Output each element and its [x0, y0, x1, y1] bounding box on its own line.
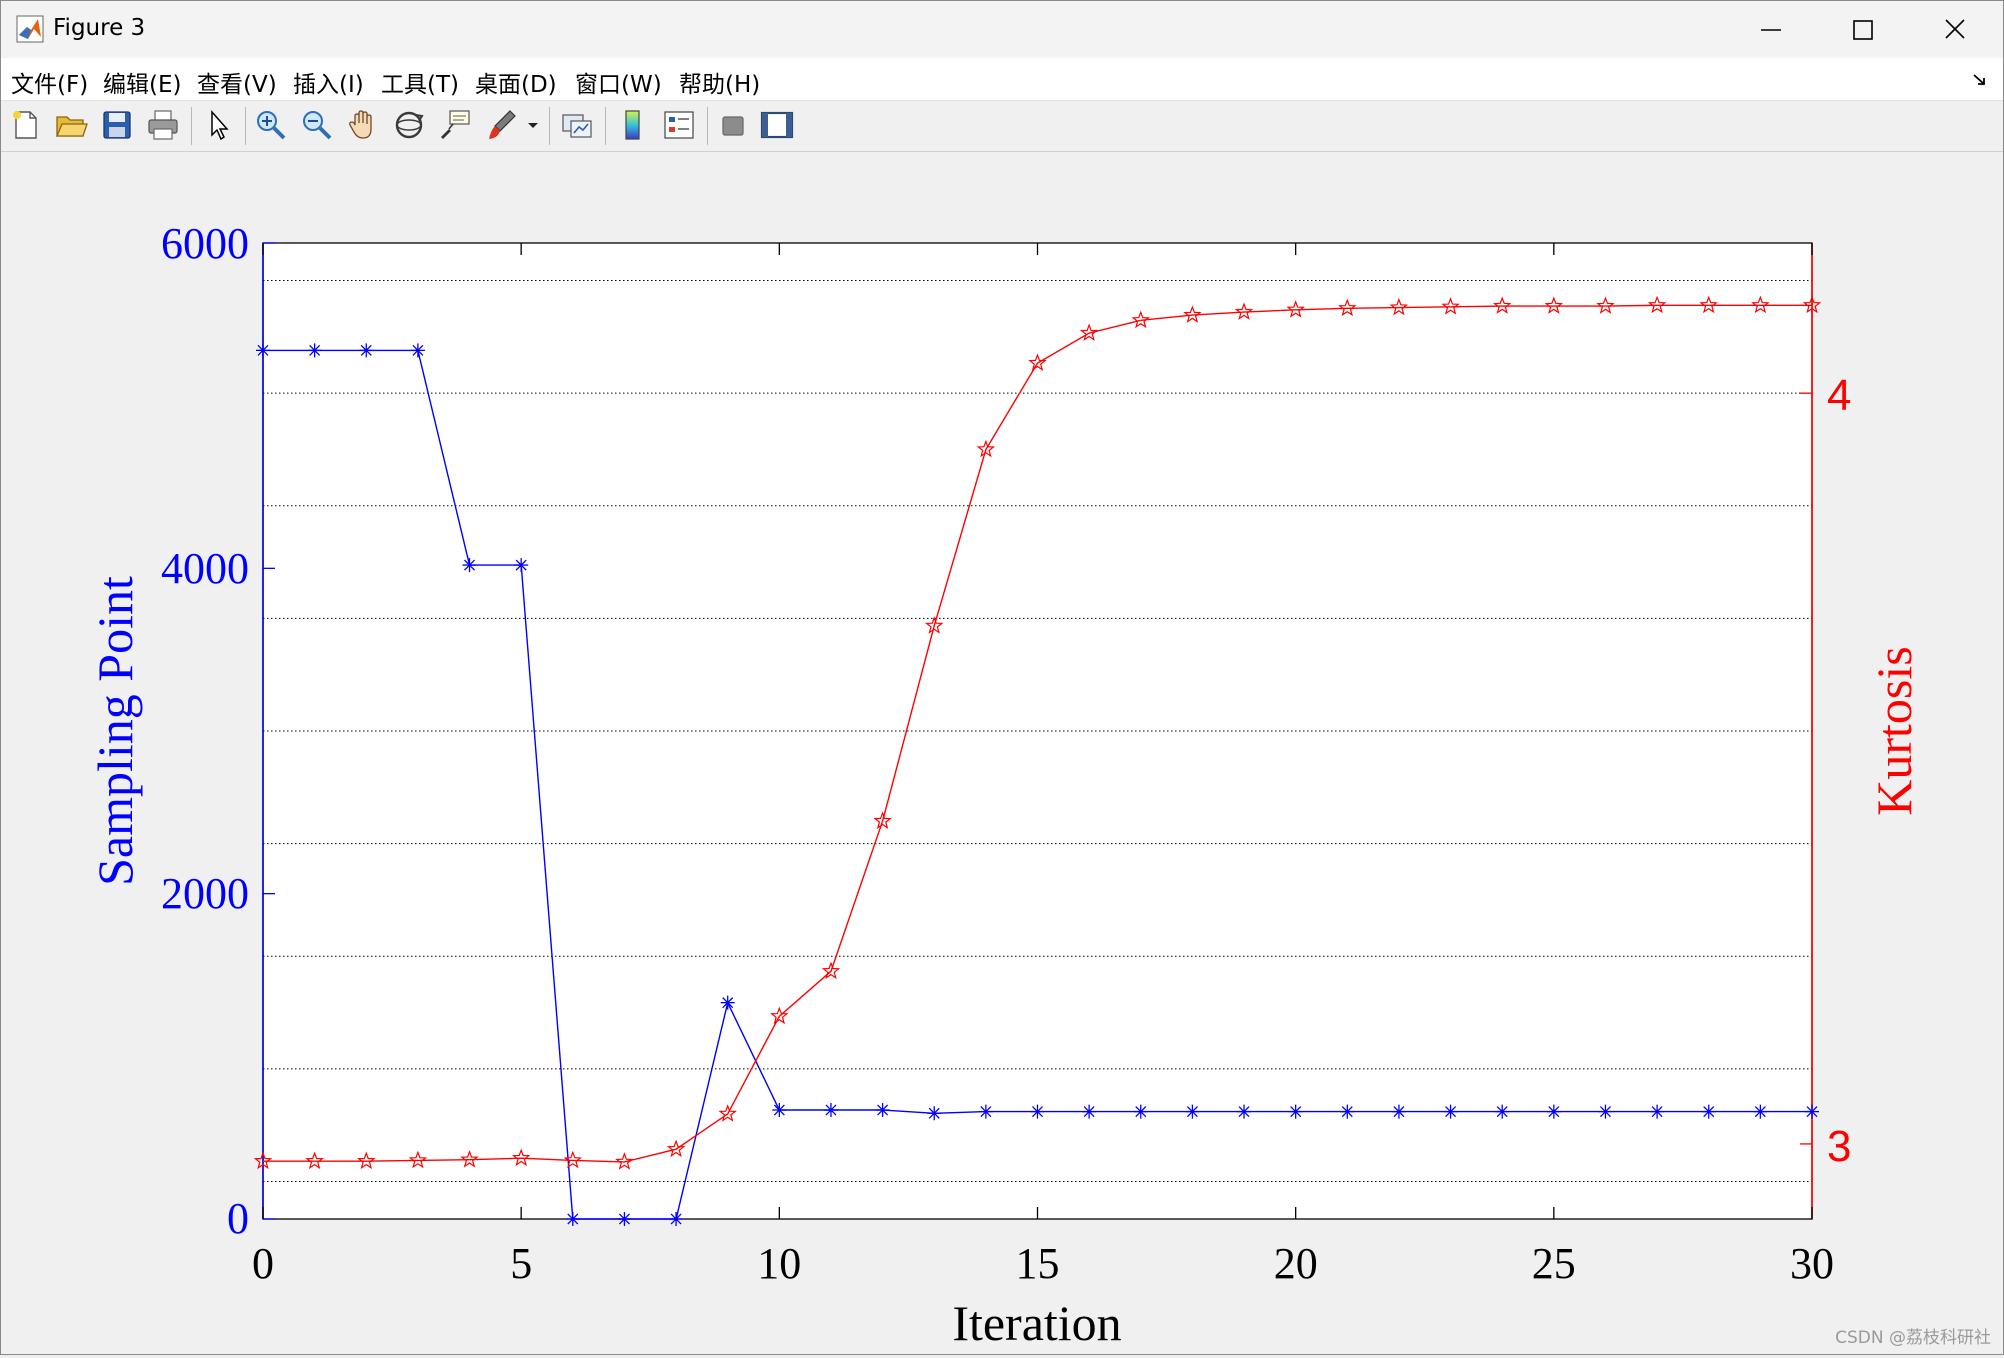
sampling-point-marker — [359, 343, 374, 358]
menu-window[interactable]: 窗口(W) — [575, 65, 662, 99]
sampling-point-marker — [1805, 1104, 1819, 1119]
window-title: Figure 3 — [53, 15, 146, 41]
pan-hand-icon[interactable] — [345, 107, 381, 143]
toolbar-separator — [191, 107, 192, 145]
sampling-point-marker — [1391, 1104, 1406, 1119]
dock-arrow-icon[interactable] — [1971, 72, 1989, 88]
brush-dropdown-icon[interactable] — [525, 107, 541, 143]
sampling-point-marker — [823, 1103, 838, 1118]
menu-edit[interactable]: 编辑(E) — [103, 65, 181, 99]
toolbar-separator — [605, 107, 606, 145]
sampling-point-marker — [669, 1212, 684, 1226]
sampling-point-marker — [1030, 1104, 1045, 1119]
x-tick-label-30: 30 — [1790, 1239, 1834, 1288]
data-cursor-icon[interactable] — [437, 107, 473, 143]
sampling-point-marker — [256, 343, 270, 358]
toolbar-separator — [707, 107, 708, 145]
sampling-point-marker — [927, 1106, 942, 1121]
pointer-icon[interactable] — [201, 107, 237, 143]
sampling-point-marker — [1650, 1104, 1665, 1119]
sampling-point-marker — [1546, 1104, 1561, 1119]
sampling-point-marker — [617, 1212, 632, 1226]
hide-plot-tools-icon[interactable] — [715, 107, 751, 143]
figure-canvas[interactable]: 0 5 10 15 20 25 30 0 2000 4000 6000 3 4 … — [1, 152, 2003, 1354]
new-figure-icon[interactable] — [7, 107, 43, 143]
x-axis-label: Iteration — [952, 1295, 1121, 1351]
y-right-axis-label: Kurtosis — [1866, 646, 1922, 815]
sampling-point-marker — [514, 558, 529, 573]
sampling-point-marker — [565, 1212, 580, 1226]
menu-view[interactable]: 查看(V) — [197, 65, 277, 99]
legend-icon[interactable] — [661, 107, 697, 143]
sampling-point-marker — [1495, 1104, 1510, 1119]
y-left-tick-label-0: 0 — [227, 1194, 249, 1243]
menu-tools[interactable]: 工具(T) — [381, 65, 459, 99]
sampling-point-marker — [1701, 1104, 1716, 1119]
menu-help[interactable]: 帮助(H) — [679, 65, 760, 99]
sampling-point-marker — [462, 558, 477, 573]
y-left-tick-label-6000: 6000 — [161, 219, 249, 268]
x-tick-label-0: 0 — [252, 1239, 274, 1288]
chart-svg[interactable]: 0 5 10 15 20 25 30 0 2000 4000 6000 3 4 … — [1, 152, 2003, 1354]
colorbar-icon[interactable] — [615, 107, 651, 143]
sampling-point-marker — [978, 1104, 993, 1119]
save-icon[interactable] — [99, 107, 135, 143]
zoom-in-icon[interactable] — [253, 107, 289, 143]
watermark: CSDN @荔枝科研社 — [1835, 1328, 1991, 1348]
menu-file[interactable]: 文件(F) — [11, 65, 88, 99]
maximize-button[interactable] — [1833, 9, 1893, 51]
sampling-point-marker — [1082, 1104, 1097, 1119]
close-button[interactable] — [1925, 9, 1985, 51]
sampling-point-marker — [772, 1103, 787, 1118]
close-icon — [1945, 19, 1965, 39]
maximize-icon — [1853, 20, 1873, 40]
figure-toolbar — [1, 101, 2003, 152]
matlab-logo-icon — [16, 15, 44, 43]
open-file-icon[interactable] — [53, 107, 89, 143]
menu-bar: 文件(F) 编辑(E) 查看(V) 插入(I) 工具(T) 桌面(D) 窗口(W… — [1, 58, 2003, 101]
x-tick-label-15: 15 — [1016, 1239, 1060, 1288]
sampling-point-marker — [720, 995, 735, 1010]
x-tick-label-5: 5 — [510, 1239, 532, 1288]
zoom-out-icon[interactable] — [299, 107, 335, 143]
x-tick-label-20: 20 — [1274, 1239, 1318, 1288]
toolbar-separator — [245, 107, 246, 145]
show-plot-tools-icon[interactable] — [759, 107, 795, 143]
x-tick-label-10: 10 — [757, 1239, 801, 1288]
x-tick-label-25: 25 — [1532, 1239, 1576, 1288]
sampling-point-marker — [1753, 1104, 1768, 1119]
figure-window: Figure 3 文件(F) 编辑(E) 查看(V) 插入(I) 工具(T) 桌… — [0, 0, 2004, 1355]
y-left-tick-label-4000: 4000 — [161, 544, 249, 593]
sampling-point-marker — [1598, 1104, 1613, 1119]
title-bar[interactable]: Figure 3 — [1, 1, 2003, 58]
y-right-tick-label-3: 3 — [1827, 1122, 1851, 1171]
sampling-point-marker — [410, 343, 425, 358]
sampling-point-marker — [1185, 1104, 1200, 1119]
sampling-point-marker — [1133, 1104, 1148, 1119]
sampling-point-marker — [307, 343, 322, 358]
minimize-icon — [1761, 29, 1781, 31]
sampling-point-marker — [875, 1103, 890, 1118]
print-icon[interactable] — [145, 107, 181, 143]
y-left-axis-label: Sampling Point — [87, 576, 143, 886]
y-right-tick-label-4: 4 — [1827, 371, 1851, 420]
sampling-point-marker — [1237, 1104, 1252, 1119]
menu-insert[interactable]: 插入(I) — [293, 65, 364, 99]
toolbar-separator — [549, 107, 550, 145]
sampling-point-marker — [1288, 1104, 1303, 1119]
sampling-point-marker — [1340, 1104, 1355, 1119]
sampling-point-marker — [1443, 1104, 1458, 1119]
brush-icon[interactable] — [483, 107, 519, 143]
y-left-tick-label-2000: 2000 — [161, 869, 249, 918]
menu-desktop[interactable]: 桌面(D) — [475, 65, 557, 99]
link-plot-icon[interactable] — [559, 107, 595, 143]
rotate-3d-icon[interactable] — [391, 107, 427, 143]
minimize-button[interactable] — [1741, 9, 1801, 51]
